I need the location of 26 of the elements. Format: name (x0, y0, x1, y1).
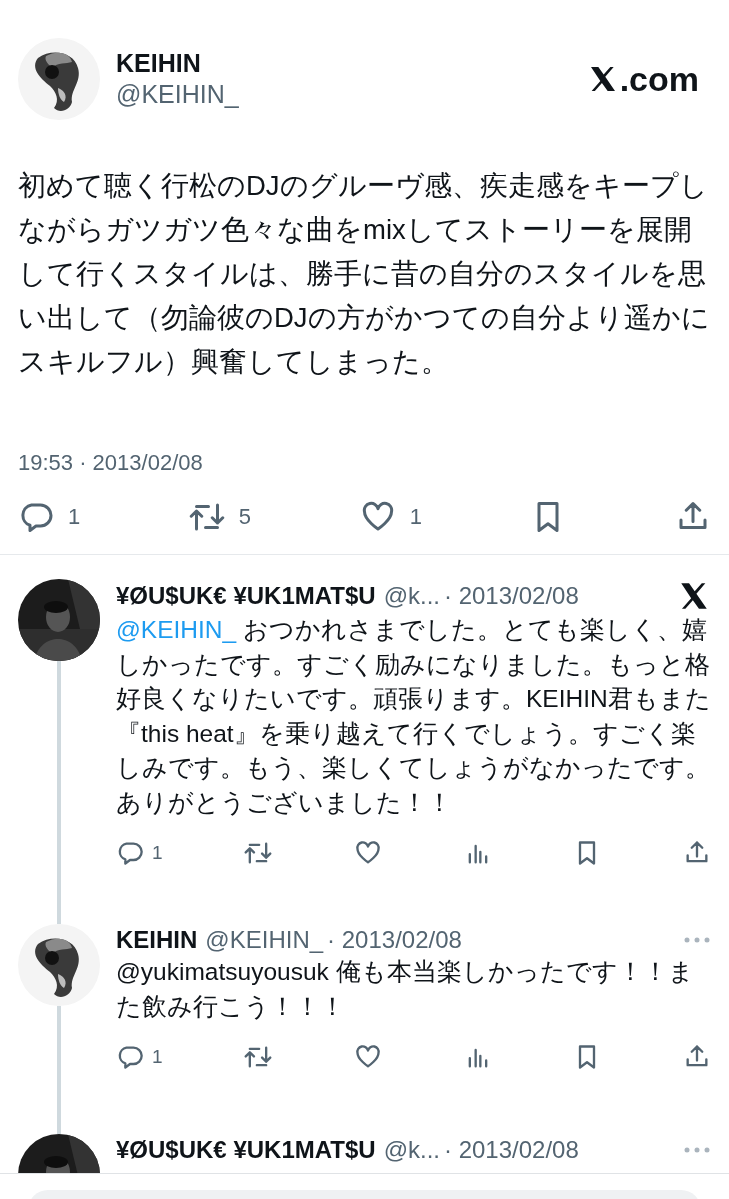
tweet-timestamp: 19:53 · 2013/02/08 (17, 449, 204, 477)
reply-author-handle: @k... (383, 581, 440, 612)
like-count: 1 (409, 503, 422, 531)
reply-text: @KEIHIN_ おつかれさまでした。とても楽しく、嬉しかったです。すごく励みになりました。もっと格好良くなりたいです。頑張ります。KEIHIN君もまた『this heat』を乗り越えて行くでしょう。すごく楽しみです。もう、楽しくてしょうがなかったです。ありがとうございました！！ (116, 615, 711, 818)
reply-author-handle: @k... (383, 1135, 440, 1166)
reply-author-name: KEIHIN (116, 925, 198, 955)
reply-date: · 2013/02/08 (327, 925, 463, 955)
reply-author-handle: @KEIHIN_ (205, 925, 324, 955)
reply-date: · 2013/02/08 (444, 1135, 580, 1166)
retweet-count: 5 (238, 503, 252, 531)
reply-text: @yukimatsuyousuk 俺も本当楽しかったです！！また飲み行こう！！！ (116, 957, 695, 1022)
reply-button[interactable]: 1 (116, 838, 163, 868)
reply-count: 1 (152, 840, 163, 865)
like-button[interactable]: 1 (359, 498, 422, 535)
reply-author-name: ¥ØU$UK€ ¥UK1MAT$U (116, 581, 376, 612)
reply-button[interactable]: 1 (116, 1042, 163, 1072)
reply-count: 1 (68, 503, 81, 531)
reply-count: 1 (152, 1044, 163, 1069)
reply-date: · 2013/02/08 (444, 581, 580, 612)
reply-button[interactable]: 1 (18, 498, 81, 535)
tweet-text: 初めて聴く行松のDJのグルーヴ感、疾走感をキープしながらガツガツ色々な曲をmixしてストーリーを展開して行くスタイルは、勝手に昔の自分のスタイルを思い出して（勿論彼のDJの方がかつての自分より遥かにスキルフル）興奮してしまった。 (17, 169, 711, 379)
reply-author-name: ¥ØU$UK€ ¥UK1MAT$U (116, 1135, 376, 1166)
user-handle: @KEIHIN_ (116, 78, 240, 110)
retweet-button[interactable]: 5 (188, 498, 252, 535)
brand-name: .com (619, 62, 699, 96)
user-name: KEIHIN (116, 47, 202, 78)
